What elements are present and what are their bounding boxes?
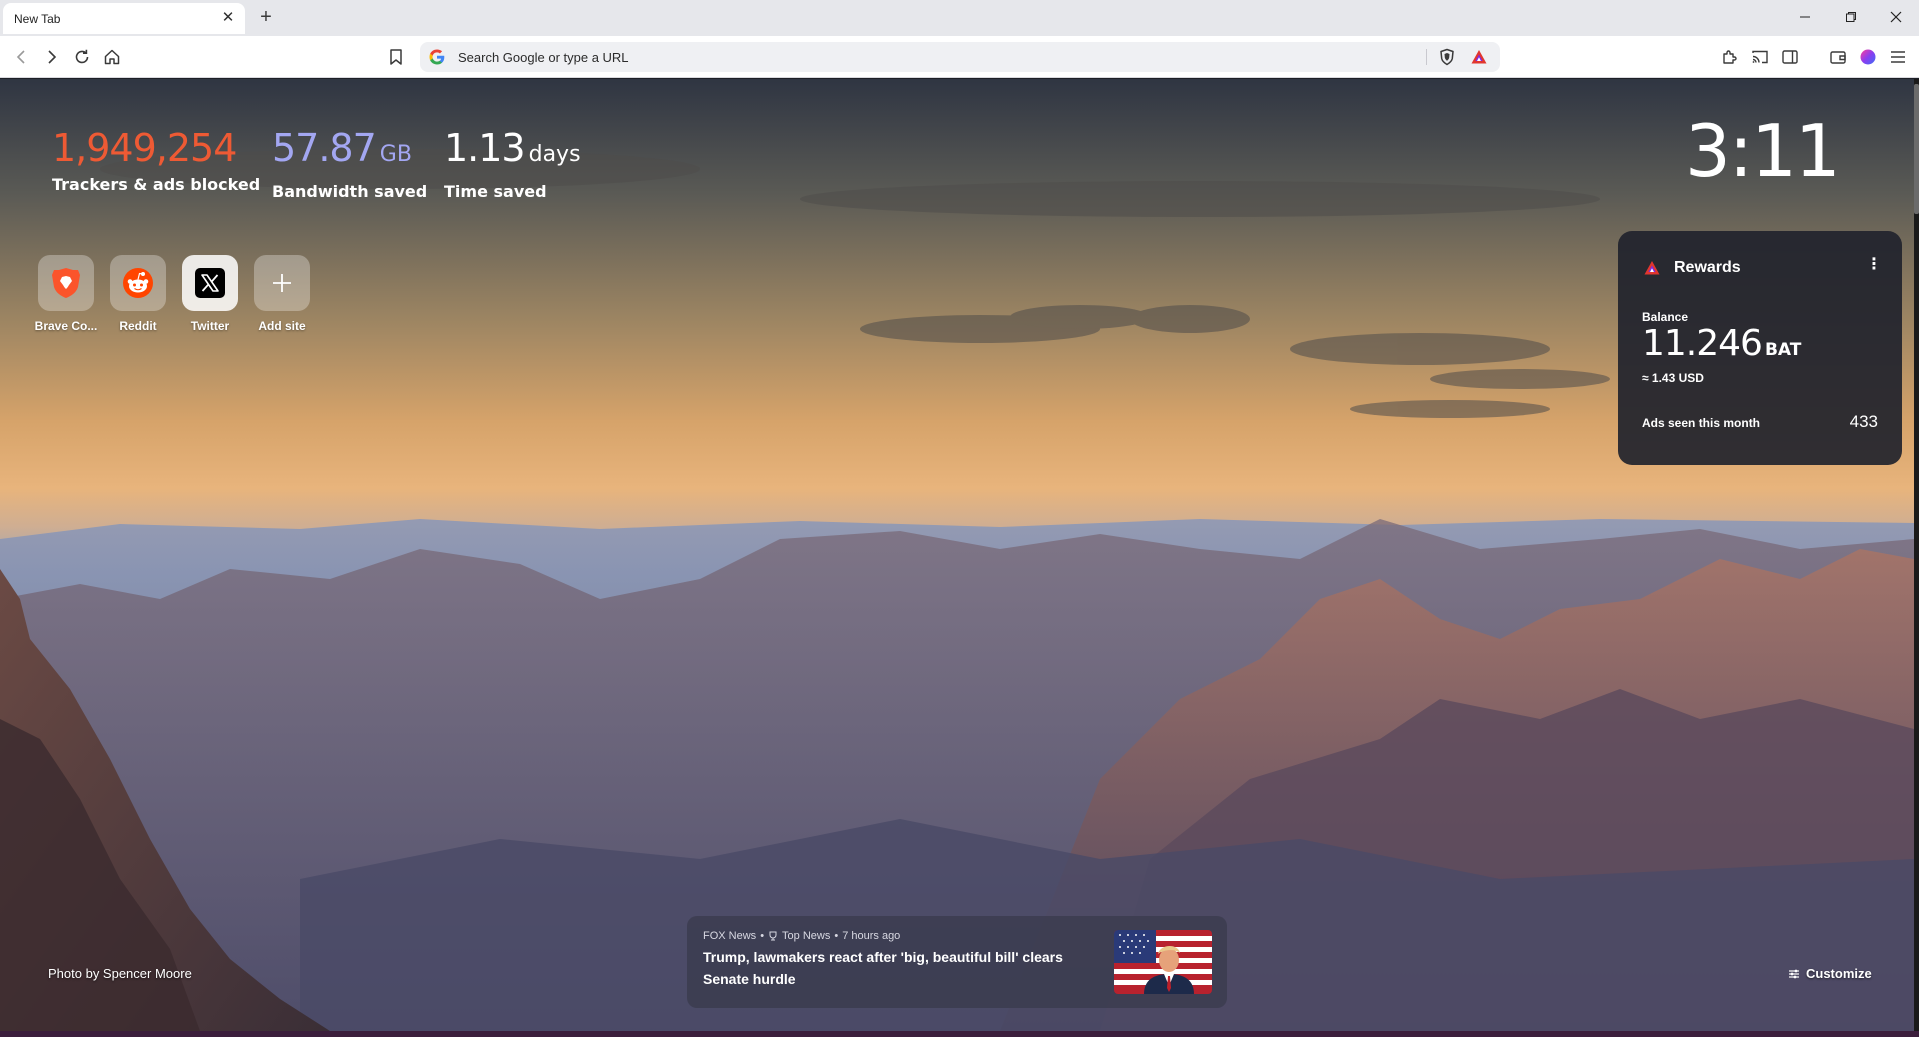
- plus-icon: [273, 274, 291, 292]
- shields-icon[interactable]: [1438, 48, 1456, 66]
- clock: 3:11: [1685, 109, 1841, 193]
- menu-icon[interactable]: [1887, 46, 1909, 68]
- google-icon: [429, 49, 445, 65]
- customize-button[interactable]: Customize: [1788, 966, 1872, 981]
- bandwidth-value-row: 57.87 GB: [272, 125, 427, 178]
- close-icon[interactable]: [1881, 5, 1911, 29]
- rewards-title: Rewards: [1674, 259, 1741, 276]
- trackers-label: Trackers & ads blocked: [52, 175, 261, 194]
- cast-icon[interactable]: [1749, 46, 1771, 68]
- time-value-row: 1.13 days: [444, 125, 581, 178]
- balance-value: 11.246: [1642, 323, 1763, 364]
- toolbar: Search Google or type a URL: [0, 36, 1919, 78]
- scrollbar-track[interactable]: [1914, 79, 1919, 1031]
- url-placeholder: Search Google or type a URL: [458, 50, 629, 65]
- stat-trackers: 1,949,254 Trackers & ads blocked: [52, 125, 260, 194]
- balance-value-row: 11.246 BAT: [1642, 323, 1801, 364]
- bookmark-icon[interactable]: [385, 46, 407, 68]
- site-tile[interactable]: [254, 255, 310, 311]
- balance-label: Balance: [1642, 310, 1689, 324]
- restore-icon[interactable]: [1836, 5, 1866, 29]
- site-label: Twitter: [190, 319, 230, 333]
- photo-credit[interactable]: Photo by Spencer Moore: [48, 966, 192, 981]
- ads-seen-count: 433: [1849, 412, 1878, 431]
- brave-lion-icon: [52, 268, 80, 298]
- balance-currency: BAT: [1764, 340, 1802, 360]
- wallet-icon[interactable]: [1827, 46, 1849, 68]
- time-label: Time saved: [444, 182, 547, 201]
- rewards-icon[interactable]: [1470, 48, 1488, 66]
- time-value: 1.13: [444, 126, 526, 170]
- profile-icon[interactable]: [1857, 46, 1879, 68]
- more-options-icon[interactable]: ⋮: [1866, 257, 1882, 273]
- news-source: FOX News: [703, 930, 757, 942]
- top-site-reddit[interactable]: Reddit: [110, 255, 166, 333]
- top-site-add[interactable]: Add site: [254, 255, 310, 333]
- tab-new-tab[interactable]: New Tab ✕: [3, 3, 245, 34]
- trophy-icon: [769, 931, 777, 941]
- forward-icon[interactable]: [40, 46, 62, 68]
- top-sites: Brave Co... Reddit Twitter Add site: [35, 255, 310, 333]
- top-site-brave[interactable]: Brave Co...: [35, 255, 97, 333]
- tab-title: New Tab: [14, 12, 61, 26]
- close-icon[interactable]: ✕: [219, 9, 237, 27]
- home-icon[interactable]: [101, 46, 123, 68]
- back-icon[interactable]: [11, 46, 33, 68]
- stat-bandwidth: 57.87 GB Bandwidth saved: [272, 125, 427, 201]
- plus-icon[interactable]: +: [255, 6, 277, 28]
- sliders-icon: [1789, 969, 1799, 978]
- time-unit: days: [528, 142, 581, 167]
- balance-usd: ≈ 1.43 USD: [1642, 371, 1704, 385]
- customize-label: Customize: [1806, 966, 1872, 981]
- address-bar[interactable]: Search Google or type a URL: [420, 42, 1500, 72]
- news-meta: FOX News • Top News • 7 hours ago: [703, 930, 900, 942]
- reload-icon[interactable]: [71, 46, 93, 68]
- title-bar: New Tab ✕ +: [0, 0, 1919, 36]
- meta-separator: •: [760, 930, 765, 942]
- rewards-icon: [1644, 261, 1660, 275]
- top-site-twitter[interactable]: Twitter: [182, 255, 238, 333]
- site-label: Brave Co...: [34, 319, 98, 333]
- news-time: 7 hours ago: [842, 930, 901, 942]
- news-card[interactable]: FOX News • Top News • 7 hours ago Trump,…: [687, 916, 1227, 1008]
- site-tile[interactable]: [38, 255, 94, 311]
- extensions-icon[interactable]: [1719, 46, 1741, 68]
- sidebar-icon[interactable]: [1779, 46, 1801, 68]
- url-divider: [1426, 49, 1427, 65]
- bandwidth-label: Bandwidth saved: [272, 182, 428, 201]
- news-headline[interactable]: Trump, lawmakers react after 'big, beaut…: [703, 946, 1093, 990]
- stat-time: 1.13 days Time saved: [444, 125, 581, 201]
- scrollbar-thumb[interactable]: [1914, 84, 1919, 214]
- news-category: Top News: [782, 930, 831, 942]
- site-label: Add site: [258, 319, 306, 333]
- rewards-widget[interactable]: Rewards ⋮ Balance 11.246 BAT ≈ 1.43 USD A…: [1618, 231, 1902, 465]
- site-label: Reddit: [119, 319, 157, 333]
- bandwidth-unit: GB: [379, 142, 412, 167]
- new-tab-page: 1,949,254 Trackers & ads blocked 57.87 GB…: [0, 79, 1914, 1031]
- reddit-icon: [123, 268, 153, 298]
- minimize-icon[interactable]: [1790, 5, 1820, 29]
- bottom-strip: [0, 1031, 1919, 1037]
- ads-seen-label: Ads seen this month: [1642, 416, 1761, 430]
- meta-separator: •: [834, 930, 839, 942]
- trackers-value: 1,949,254: [52, 126, 237, 170]
- news-thumbnail[interactable]: [1114, 930, 1212, 994]
- background-image: [0, 79, 1914, 1031]
- bandwidth-value: 57.87: [272, 126, 377, 170]
- site-tile[interactable]: [110, 255, 166, 311]
- site-tile[interactable]: [182, 255, 238, 311]
- x-logo-icon: [195, 268, 225, 298]
